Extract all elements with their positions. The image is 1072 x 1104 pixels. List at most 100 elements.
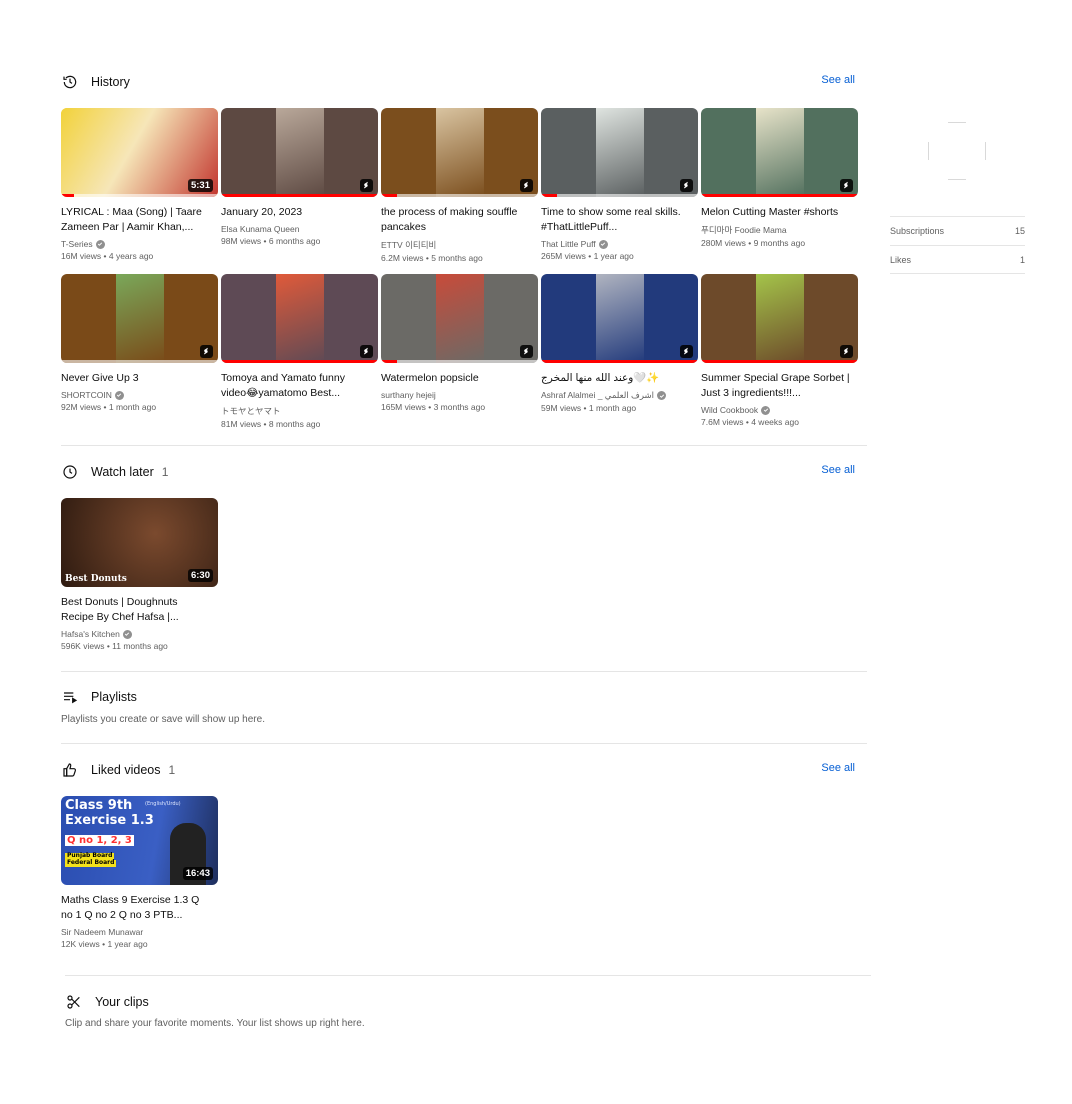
video-card[interactable]: Best Donuts 6:30 Best Donuts | Doughnuts R… bbox=[61, 498, 218, 651]
playlists-empty-text: Playlists you create or save will show u… bbox=[61, 714, 265, 725]
video-thumbnail[interactable]: 5:31 bbox=[61, 108, 218, 197]
watch-progress-fill bbox=[381, 360, 397, 363]
watch-progress-bar bbox=[541, 360, 698, 363]
channel-name[interactable]: SHORTCOIN bbox=[61, 390, 218, 400]
video-thumbnail[interactable] bbox=[701, 108, 858, 197]
video-thumbnail[interactable] bbox=[701, 274, 858, 363]
channel-name[interactable]: 푸디마마 Foodie Mama bbox=[701, 224, 858, 236]
video-card[interactable]: Tomoya and Yamato funny video😂yamatomo B… bbox=[221, 274, 378, 429]
video-title[interactable]: the process of making souffle pancakes bbox=[381, 205, 538, 235]
video-card[interactable]: Never Give Up 3 SHORTCOIN 92M views • 1 mo… bbox=[61, 274, 218, 429]
video-meta: 12K views • 1 year ago bbox=[61, 939, 148, 949]
watch-progress-fill bbox=[221, 360, 378, 363]
channel-name[interactable]: Hafsa's Kitchen bbox=[61, 629, 218, 639]
video-card[interactable]: Class 9th (English/Urdu) Exercise 1.3 Q no … bbox=[61, 796, 218, 949]
verified-icon bbox=[598, 239, 608, 249]
video-title[interactable]: January 20, 2023 bbox=[221, 205, 378, 220]
verified-icon bbox=[657, 391, 666, 400]
video-meta: 596K views • 11 months ago bbox=[61, 641, 168, 651]
video-card[interactable]: the process of making souffle pancakes ET… bbox=[381, 108, 538, 263]
video-thumbnail[interactable] bbox=[221, 108, 378, 197]
video-meta: 98M views • 6 months ago bbox=[221, 236, 321, 246]
video-card[interactable]: Time to show some real skills. #ThatLitt… bbox=[541, 108, 698, 263]
channel-name[interactable]: Ashraf Alalmei _ اشرف العلمي bbox=[541, 390, 698, 401]
video-title[interactable]: Time to show some real skills. #ThatLitt… bbox=[541, 205, 698, 235]
history-see-all-link[interactable]: See all bbox=[821, 74, 855, 86]
watch-later-see-all-link[interactable]: See all bbox=[821, 464, 855, 476]
shorts-icon bbox=[680, 179, 693, 192]
channel-name-text[interactable]: Elsa Kunama Queen bbox=[221, 224, 299, 234]
video-thumbnail[interactable] bbox=[221, 274, 378, 363]
liked-row: Class 9th (English/Urdu) Exercise 1.3 Q no … bbox=[61, 796, 867, 949]
channel-name-text[interactable]: トモヤとヤマト bbox=[221, 405, 281, 417]
video-title[interactable]: LYRICAL : Maa (Song) | Taare Zameen Par … bbox=[61, 205, 218, 235]
channel-name-text[interactable]: Wild Cookbook bbox=[701, 405, 758, 415]
video-title[interactable]: وعند الله منها المخرج🤍✨ bbox=[541, 371, 698, 386]
video-thumbnail[interactable] bbox=[61, 274, 218, 363]
shorts-icon bbox=[680, 345, 693, 358]
video-card[interactable]: وعند الله منها المخرج🤍✨ Ashraf Alalmei _ … bbox=[541, 274, 698, 429]
video-card[interactable]: Summer Special Grape Sorbet | Just 3 ing… bbox=[701, 274, 858, 429]
video-title[interactable]: Summer Special Grape Sorbet | Just 3 ing… bbox=[701, 371, 858, 401]
channel-name[interactable]: T-Series bbox=[61, 239, 218, 249]
thumbnail-text-block: Class 9th (English/Urdu) Exercise 1.3 Q no … bbox=[65, 798, 181, 868]
video-card[interactable]: Melon Cutting Master #shorts 푸디마마 Foodie … bbox=[701, 108, 858, 263]
video-card[interactable]: Watermelon popsicle surthany hejeij 165M v… bbox=[381, 274, 538, 429]
shorts-icon bbox=[200, 345, 213, 358]
channel-name[interactable]: That Little Puff bbox=[541, 239, 698, 249]
watch-progress-bar bbox=[61, 360, 218, 363]
thumbnail-caption: Best Donuts bbox=[65, 574, 127, 584]
clips-title: Your clips bbox=[95, 995, 149, 1009]
thumbnail-image bbox=[435, 108, 484, 197]
stat-label: Subscriptions bbox=[890, 226, 945, 236]
channel-name[interactable]: surthany hejeij bbox=[381, 390, 538, 400]
thumbnail-image bbox=[595, 108, 644, 197]
library-main: History See all 5:31 LYRICAL : Maa (Song)… bbox=[61, 66, 871, 1029]
stat-row-likes: Likes 1 bbox=[890, 245, 1025, 274]
video-card[interactable]: 5:31 LYRICAL : Maa (Song) | Taare Zameen … bbox=[61, 108, 218, 263]
channel-name-text[interactable]: ETTV 이티티비 bbox=[381, 239, 436, 251]
channel-name[interactable]: トモヤとヤマト bbox=[221, 405, 378, 417]
liked-see-all-link[interactable]: See all bbox=[821, 762, 855, 774]
thumbnail-line: Class 9th bbox=[65, 798, 133, 813]
video-title[interactable]: Watermelon popsicle bbox=[381, 371, 538, 386]
verified-icon bbox=[95, 239, 105, 249]
video-thumbnail[interactable]: Class 9th (English/Urdu) Exercise 1.3 Q no … bbox=[61, 796, 218, 885]
clips-header: Your clips bbox=[61, 988, 867, 1016]
video-thumbnail[interactable] bbox=[381, 108, 538, 197]
video-thumbnail[interactable] bbox=[541, 274, 698, 363]
channel-name[interactable]: Wild Cookbook bbox=[701, 405, 858, 415]
channel-name-text[interactable]: Hafsa's Kitchen bbox=[61, 629, 120, 639]
watch-progress-fill bbox=[701, 194, 858, 197]
channel-name-text[interactable]: Sir Nadeem Munawar bbox=[61, 927, 143, 937]
video-thumbnail[interactable]: Best Donuts 6:30 bbox=[61, 498, 218, 587]
channel-name-text[interactable]: Ashraf Alalmei _ اشرف العلمي bbox=[541, 390, 654, 401]
video-title[interactable]: Best Donuts | Doughnuts Recipe By Chef H… bbox=[61, 595, 218, 625]
watch-progress-bar bbox=[381, 360, 538, 363]
channel-name-text[interactable]: 푸디마마 Foodie Mama bbox=[701, 224, 787, 236]
video-meta: 7.6M views • 4 weeks ago bbox=[701, 417, 799, 427]
video-card[interactable]: January 20, 2023 Elsa Kunama Queen 98M vie… bbox=[221, 108, 378, 263]
channel-name-text[interactable]: SHORTCOIN bbox=[61, 390, 112, 400]
channel-name-text[interactable]: That Little Puff bbox=[541, 239, 596, 249]
channel-name-text[interactable]: surthany hejeij bbox=[381, 390, 436, 400]
stat-label: Likes bbox=[890, 254, 912, 265]
history-header: History See all bbox=[61, 66, 867, 98]
channel-name[interactable]: ETTV 이티티비 bbox=[381, 239, 538, 251]
channel-name-text[interactable]: T-Series bbox=[61, 239, 93, 249]
video-thumbnail[interactable] bbox=[541, 108, 698, 197]
playlist-icon bbox=[61, 688, 79, 706]
video-title[interactable]: Tomoya and Yamato funny video😂yamatomo B… bbox=[221, 371, 378, 401]
video-thumbnail[interactable] bbox=[381, 274, 538, 363]
channel-name[interactable]: Sir Nadeem Munawar bbox=[61, 927, 218, 937]
video-meta: 59M views • 1 month ago bbox=[541, 403, 637, 413]
channel-stats-panel: Subscriptions 15 Likes 1 bbox=[890, 108, 1025, 274]
channel-name[interactable]: Elsa Kunama Queen bbox=[221, 224, 378, 234]
video-title[interactable]: Maths Class 9 Exercise 1.3 Q no 1 Q no 2… bbox=[61, 893, 218, 923]
thumbnail-image bbox=[755, 108, 804, 197]
video-title[interactable]: Never Give Up 3 bbox=[61, 371, 218, 386]
shorts-icon bbox=[520, 345, 533, 358]
thumbnail-image bbox=[115, 274, 164, 363]
thumbnail-tag: Federal Board bbox=[65, 859, 117, 868]
video-title[interactable]: Melon Cutting Master #shorts bbox=[701, 205, 858, 220]
